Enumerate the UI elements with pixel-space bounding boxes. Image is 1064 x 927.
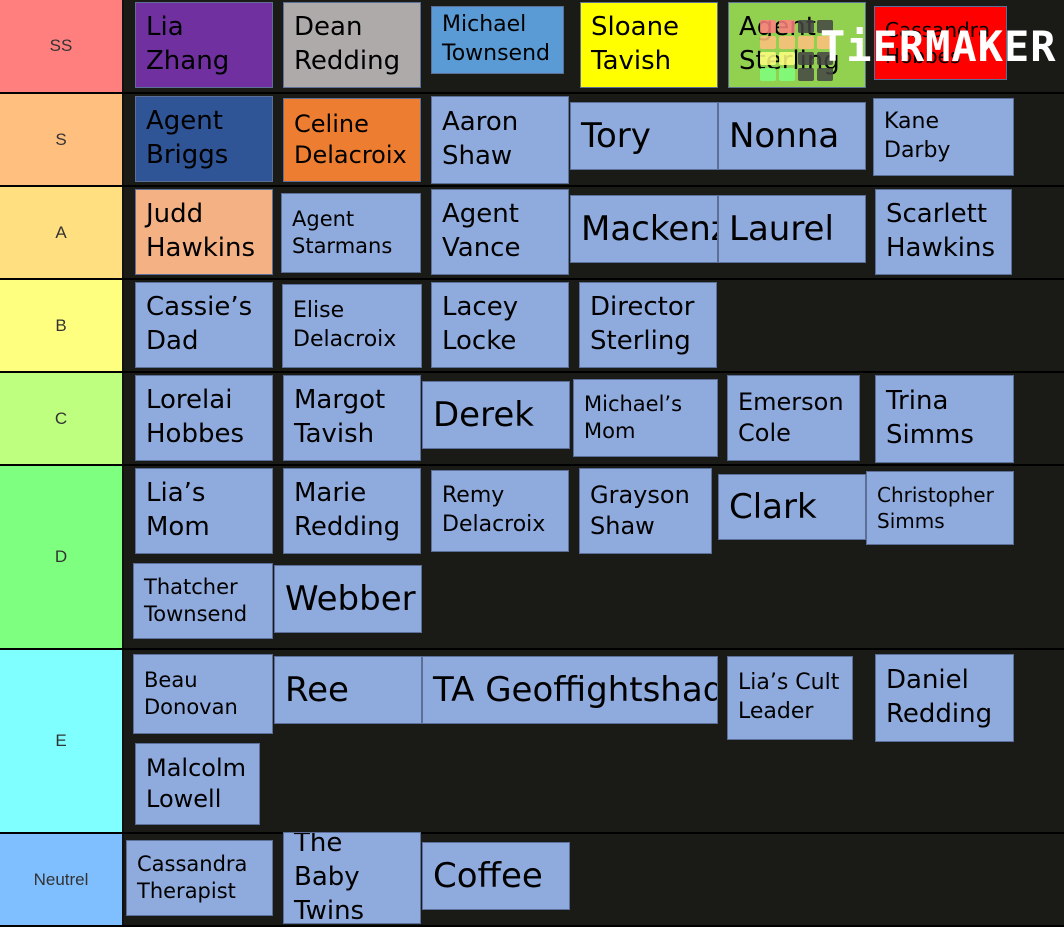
tier-item[interactable]: Michael’s Mom: [573, 379, 718, 457]
tier-row-a: A Judd Hawkins Agent Starmans Agent Vance Ma…: [0, 187, 1064, 280]
tier-item[interactable]: Christopher Simms: [866, 471, 1014, 545]
tier-row-c: C Lorelai Hobbes Margot Tavish Derek Michael…: [0, 373, 1064, 466]
tier-item[interactable]: Lia’s Cult Leader: [727, 656, 853, 740]
tier-item[interactable]: Derek: [422, 381, 570, 449]
tier-item[interactable]: Sloane Tavish: [580, 2, 718, 88]
tier-item[interactable]: TA Geoffightshad: [422, 656, 718, 724]
tier-item[interactable]: Beau Donovan: [133, 654, 273, 734]
tier-item[interactable]: Michael Townsend: [431, 6, 564, 74]
tier-item[interactable]: Agent Sterling: [728, 2, 866, 88]
tier-item[interactable]: Agent Briggs: [135, 96, 273, 182]
tier-item[interactable]: Marie Redding: [283, 468, 421, 554]
tier-row-neutrel: Neutrel Cassandra Therapist The Baby Twins…: [0, 832, 1064, 927]
tier-item[interactable]: Remy Delacroix: [431, 470, 569, 552]
tier-item[interactable]: Margot Tavish: [283, 375, 421, 461]
tier-item[interactable]: Tory: [570, 102, 718, 170]
tier-item[interactable]: The Baby Twins: [283, 832, 421, 924]
tier-label[interactable]: D: [0, 466, 124, 648]
tier-item[interactable]: Webber: [274, 565, 422, 633]
tier-item[interactable]: Lacey Locke: [431, 282, 569, 368]
tier-item[interactable]: Daniel Redding: [875, 654, 1014, 742]
tier-item[interactable]: Judd Hawkins: [135, 189, 273, 275]
tier-label[interactable]: A: [0, 187, 124, 278]
tier-label[interactable]: C: [0, 373, 124, 464]
tier-item[interactable]: Trina Simms: [875, 375, 1014, 463]
tier-label[interactable]: E: [0, 650, 124, 832]
tier-item[interactable]: Ree: [274, 656, 422, 724]
tier-label[interactable]: Neutrel: [0, 834, 124, 925]
tier-row-s: S Agent Briggs Celine Delacroix Aaron Shaw T…: [0, 94, 1064, 187]
tier-item[interactable]: Emerson Cole: [727, 375, 860, 461]
tier-item[interactable]: Lorelai Hobbes: [135, 375, 273, 461]
tier-row-d: D Lia’s Mom Marie Redding Remy Delacroix Gra…: [0, 466, 1064, 650]
tier-item[interactable]: Lia’s Mom: [135, 468, 273, 554]
tier-item[interactable]: Dean Redding: [283, 2, 421, 88]
tier-item[interactable]: Laurel: [718, 195, 866, 263]
tier-item[interactable]: Cassandra Therapist: [126, 840, 273, 916]
tier-item[interactable]: Thatcher Townsend: [133, 563, 273, 639]
tier-item[interactable]: Lia Zhang: [135, 2, 273, 88]
tier-label[interactable]: SS: [0, 0, 124, 92]
tier-label[interactable]: S: [0, 94, 124, 185]
tier-item[interactable]: Coffee: [422, 842, 570, 910]
tier-item[interactable]: Aaron Shaw: [431, 96, 569, 184]
tier-item[interactable]: Clark: [718, 474, 866, 540]
tier-item[interactable]: Kane Darby: [873, 98, 1014, 176]
tier-row-b: B Cassie’s Dad Elise Delacroix Lacey Locke D…: [0, 280, 1064, 373]
tier-item[interactable]: Nonna: [718, 102, 866, 170]
tier-item[interactable]: Elise Delacroix: [282, 284, 422, 368]
tier-item[interactable]: Grayson Shaw: [579, 468, 712, 554]
tier-item[interactable]: Malcolm Lowell: [135, 743, 260, 825]
tier-item[interactable]: Celine Delacroix: [283, 98, 421, 182]
tier-item[interactable]: Agent Starmans: [281, 193, 421, 273]
tier-item[interactable]: Scarlett Hawkins: [875, 189, 1012, 275]
tier-item[interactable]: Agent Vance: [431, 189, 569, 275]
tier-item[interactable]: Cassie’s Dad: [135, 282, 273, 368]
tier-item[interactable]: Cassandra Hobbes: [874, 6, 1007, 80]
tier-item[interactable]: Director Sterling: [579, 282, 717, 368]
tier-row-ss: SS Lia Zhang Dean Redding Michael Townsend S…: [0, 0, 1064, 94]
tier-label[interactable]: B: [0, 280, 124, 371]
tier-item[interactable]: Mackenzie: [570, 195, 718, 263]
tier-row-e: E Beau Donovan Ree TA Geoffightshad Lia’s Cu…: [0, 650, 1064, 834]
